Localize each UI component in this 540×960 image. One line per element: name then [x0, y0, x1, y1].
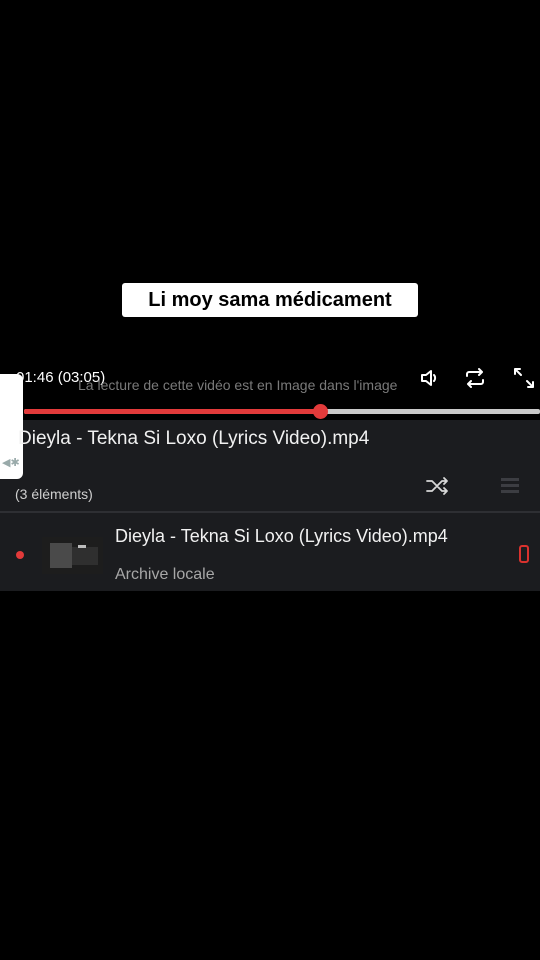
video-thumbnail	[42, 537, 103, 574]
playlist-item-title: Dieyla - Tekna Si Loxo (Lyrics Video).mp…	[115, 526, 448, 546]
shuffle-icon[interactable]	[425, 475, 451, 497]
now-playing-dot	[16, 551, 24, 559]
queue-icon[interactable]	[500, 476, 520, 494]
progress-thumb[interactable]	[313, 404, 328, 419]
side-tab-icon: ◀✱	[2, 457, 20, 469]
speaker-icon	[421, 370, 437, 386]
progress-fill	[24, 409, 320, 414]
fullscreen-button[interactable]	[510, 364, 538, 392]
fullscreen-icon	[514, 368, 534, 388]
playlist-item-subtitle: Archive locale	[115, 566, 215, 583]
pip-message: La lecture de cette vidéo est en Image d…	[78, 377, 398, 393]
volume-button[interactable]	[416, 364, 444, 392]
repeat-button[interactable]	[461, 364, 489, 392]
now-playing-title: Dieyla - Tekna Si Loxo (Lyrics Video).mp…	[18, 428, 370, 449]
caption-overlay: Li moy sama médicament	[122, 283, 418, 317]
caption-text: Li moy sama médicament	[148, 288, 392, 311]
playlist-count: (3 éléments)	[15, 486, 93, 502]
repeat-icon	[466, 368, 484, 388]
phone-icon	[519, 545, 529, 563]
